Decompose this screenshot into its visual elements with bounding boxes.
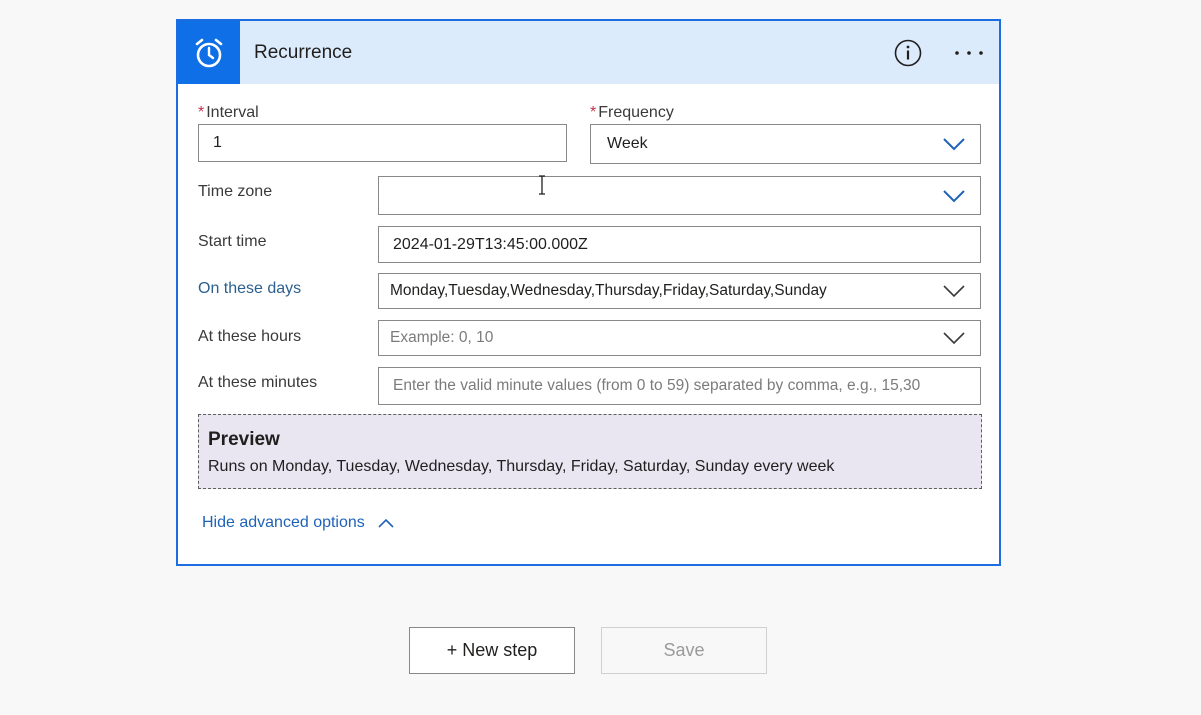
start-time-label: Start time <box>198 233 267 250</box>
on-these-days-value: Monday,Tuesday,Wednesday,Thursday,Friday… <box>390 282 827 299</box>
chevron-up-icon <box>378 518 394 528</box>
card-header[interactable]: Recurrence <box>178 21 999 84</box>
frequency-dropdown[interactable]: Week <box>590 124 981 164</box>
time-zone-dropdown[interactable] <box>378 176 981 215</box>
save-button[interactable]: Save <box>601 627 767 674</box>
chevron-down-icon <box>943 285 965 298</box>
preview-text: Runs on Monday, Tuesday, Wednesday, Thur… <box>208 458 835 475</box>
more-options-icon[interactable] <box>952 39 986 67</box>
time-zone-label: Time zone <box>198 183 273 200</box>
preview-title: Preview <box>208 429 280 450</box>
interval-label: * Interval <box>198 104 259 121</box>
on-these-days-label: On these days <box>198 280 302 297</box>
new-step-button[interactable]: + New step <box>409 627 575 674</box>
card-title: Recurrence <box>254 42 353 63</box>
start-time-value: 2024-01-29T13:45:00.000Z <box>393 235 588 253</box>
chevron-down-icon <box>943 138 965 151</box>
hide-advanced-options-link[interactable]: Hide advanced options <box>202 514 395 532</box>
preview-panel: Preview Runs on Monday, Tuesday, Wednesd… <box>198 414 982 489</box>
at-these-minutes-placeholder: Enter the valid minute values (from 0 to… <box>393 377 921 394</box>
at-these-hours-label: At these hours <box>198 328 302 345</box>
chevron-down-icon <box>943 332 965 345</box>
recurrence-card: Recurrence *Interval 1 *Frequency Week <box>176 19 1001 566</box>
at-these-hours-dropdown[interactable]: Example: 0, 10 <box>378 320 981 356</box>
at-these-minutes-input[interactable]: Enter the valid minute values (from 0 to… <box>378 367 981 405</box>
at-these-minutes-label: At these minutes <box>198 374 318 391</box>
interval-value: 1 <box>213 134 222 151</box>
at-these-hours-placeholder: Example: 0, 10 <box>390 329 494 346</box>
hide-advanced-options-label: Hide advanced options <box>202 514 365 531</box>
frequency-value: Week <box>607 135 648 152</box>
frequency-label: * Frequency <box>590 104 674 121</box>
alarm-clock-icon <box>178 21 240 84</box>
interval-input[interactable]: 1 <box>198 124 567 162</box>
start-time-input[interactable]: 2024-01-29T13:45:00.000Z <box>378 226 981 263</box>
required-marker: * <box>198 104 205 121</box>
required-marker: * <box>590 104 597 121</box>
text-cursor-icon <box>539 175 545 195</box>
on-these-days-dropdown[interactable]: Monday,Tuesday,Wednesday,Thursday,Friday… <box>378 273 981 309</box>
info-icon[interactable] <box>894 39 922 67</box>
chevron-down-icon <box>943 189 965 202</box>
